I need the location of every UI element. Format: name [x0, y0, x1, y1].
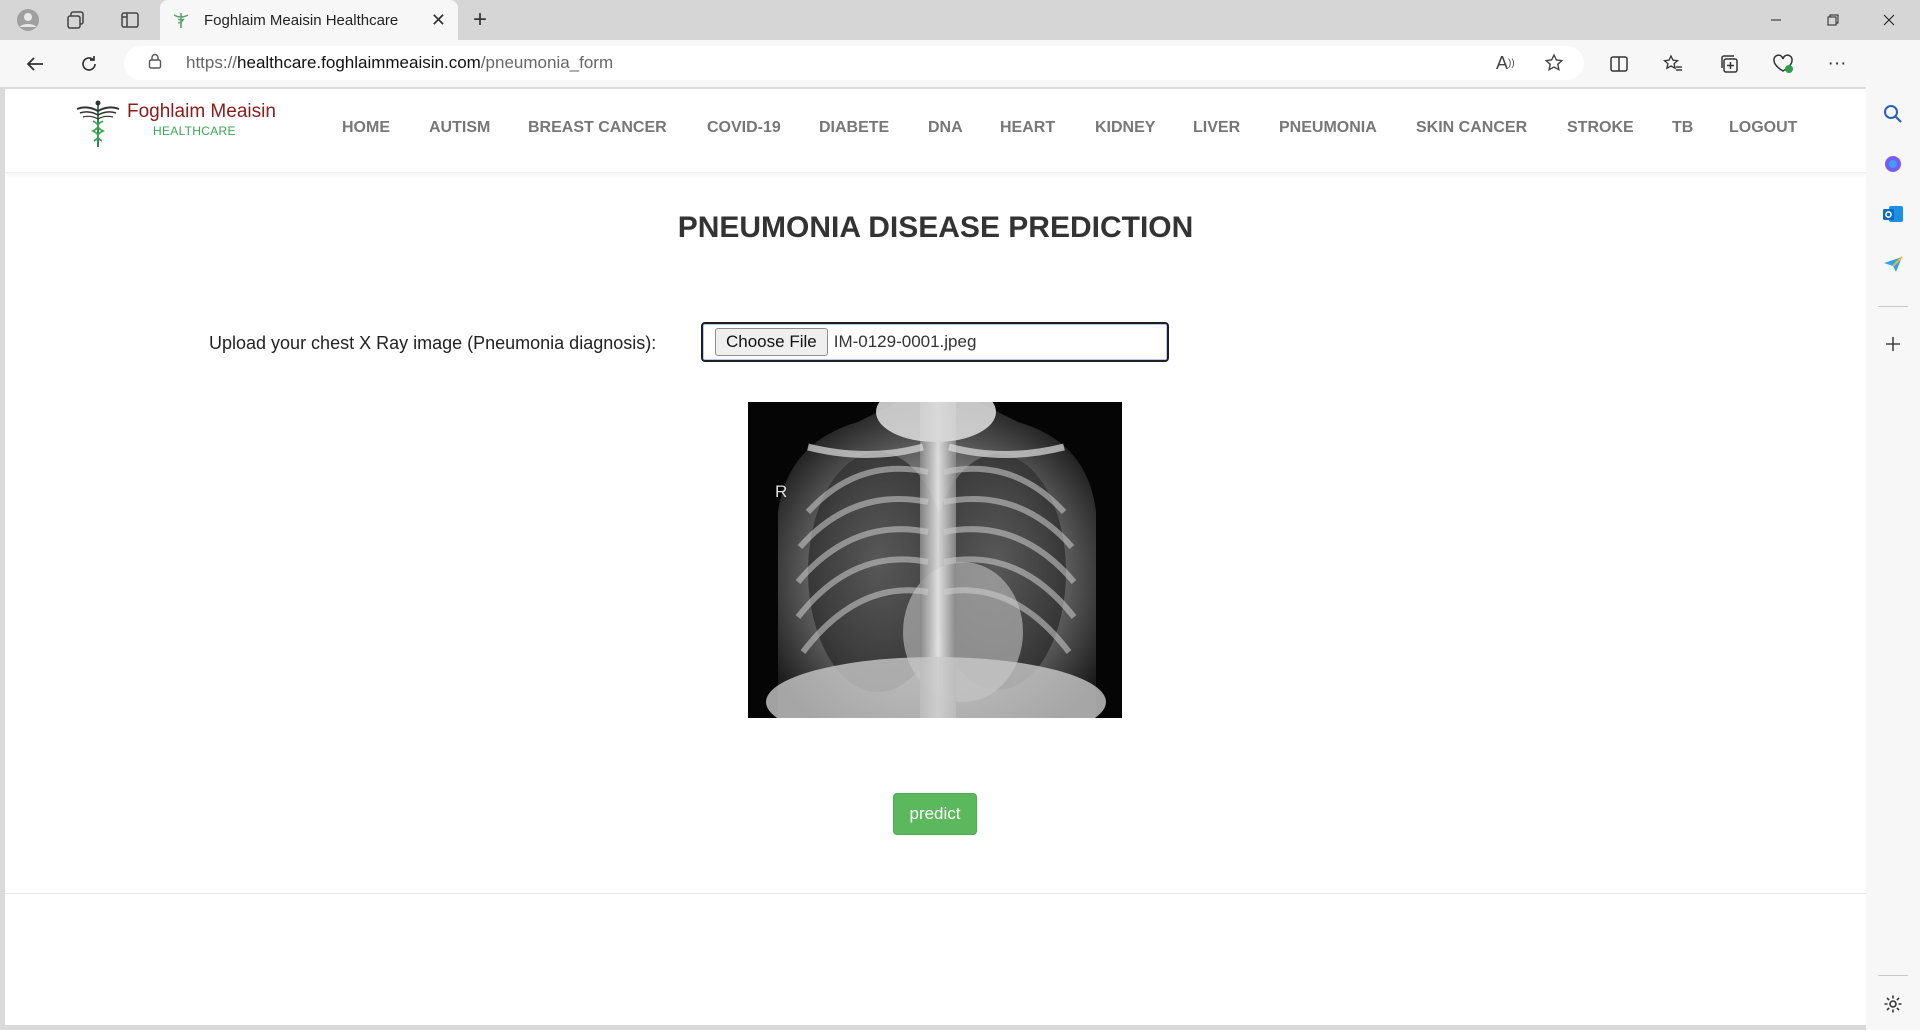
address-toolbar: https://healthcare.foghlaimmeaisin.com/p…	[0, 40, 1920, 87]
nav-liver[interactable]: LIVER	[1193, 119, 1240, 137]
upload-label: Upload your chest X Ray image (Pneumonia…	[209, 333, 657, 353]
nav-kidney[interactable]: KIDNEY	[1095, 119, 1155, 137]
xray-side-marker: R	[775, 482, 788, 501]
file-upload-input[interactable]: Choose File IM-0129-0001.jpeg	[701, 322, 1169, 362]
logo-name: Foghlaim Meaisin	[127, 101, 276, 122]
add-icon[interactable]	[1879, 330, 1907, 358]
site-logo[interactable]: Foghlaim Meaisin HEALTHCARE	[73, 99, 293, 149]
nav-skin-cancer[interactable]: SKIN CANCER	[1416, 119, 1527, 137]
workspaces-icon[interactable]	[62, 6, 90, 34]
tab-title: Foghlaim Meaisin Healthcare	[204, 11, 399, 29]
settings-gear-icon[interactable]	[1879, 990, 1907, 1018]
favorites-icon[interactable]	[1658, 50, 1688, 78]
nav-heart[interactable]: HEART	[1000, 119, 1055, 137]
predict-button[interactable]: predict	[893, 793, 977, 835]
sidebar-divider	[1878, 975, 1908, 976]
copilot-sidebar-icon[interactable]	[1879, 150, 1907, 178]
nav-logout[interactable]: LOGOUT	[1729, 119, 1797, 137]
tab-bar: Foghlaim Meaisin Healthcare ✕ +	[0, 0, 1920, 40]
active-tab[interactable]: Foghlaim Meaisin Healthcare ✕	[160, 0, 458, 40]
nav-autism[interactable]: AUTISM	[429, 119, 490, 137]
close-tab-icon[interactable]: ✕	[431, 10, 446, 31]
nav-tb[interactable]: TB	[1672, 119, 1693, 137]
logo-subtitle: HEALTHCARE	[153, 124, 236, 138]
nav-breast-cancer[interactable]: BREAST CANCER	[528, 119, 667, 137]
page-divider	[5, 893, 1866, 894]
choose-file-button[interactable]: Choose File	[715, 328, 828, 356]
nav-pneumonia[interactable]: PNEUMONIA	[1279, 119, 1377, 137]
nav-dna[interactable]: DNA	[928, 119, 963, 137]
chest-xray-icon	[748, 402, 1122, 718]
xray-preview-image: R	[748, 402, 1122, 718]
favorite-star-icon[interactable]	[1544, 46, 1564, 80]
nav-covid-19[interactable]: COVID-19	[707, 119, 781, 137]
close-window-icon[interactable]	[1862, 0, 1916, 40]
selected-file-name: IM-0129-0001.jpeg	[833, 332, 977, 351]
new-tab-icon[interactable]: +	[466, 6, 494, 34]
sidebar-divider	[1878, 306, 1908, 307]
collections-icon[interactable]	[1714, 50, 1744, 78]
nav-stroke[interactable]: STROKE	[1567, 119, 1634, 137]
vertical-tabs-icon[interactable]	[116, 6, 144, 34]
nav-diabete[interactable]: DIABETE	[819, 119, 889, 137]
lock-icon[interactable]	[148, 53, 168, 73]
caduceus-favicon-icon	[172, 11, 190, 29]
url-path: /pneumonia_form	[480, 53, 614, 72]
page-title: PNEUMONIA DISEASE PREDICTION	[677, 211, 1194, 244]
site-header: Foghlaim Meaisin HEALTHCARE HOME AUTISM …	[5, 89, 1866, 173]
url-domain: healthcare.foghlaimmeaisin.com	[237, 53, 481, 72]
search-icon[interactable]	[1879, 100, 1907, 128]
browser-essentials-icon[interactable]	[1768, 50, 1798, 78]
nav-home[interactable]: HOME	[342, 119, 390, 137]
refresh-icon[interactable]	[74, 49, 104, 79]
more-options-icon[interactable]: ···	[1822, 50, 1852, 78]
back-arrow-icon[interactable]	[20, 49, 50, 79]
caduceus-logo-icon	[76, 100, 120, 147]
minimize-icon[interactable]	[1749, 0, 1803, 40]
edge-sidebar	[1866, 40, 1920, 1030]
url-prefix: https://	[186, 53, 238, 72]
split-screen-icon[interactable]	[1604, 50, 1634, 78]
url-text[interactable]: https://healthcare.foghlaimmeaisin.com/p…	[186, 53, 613, 73]
page-viewport: Foghlaim Meaisin HEALTHCARE HOME AUTISM …	[5, 89, 1866, 1025]
read-aloud-icon[interactable]: A))	[1496, 46, 1515, 80]
profile-icon[interactable]	[14, 6, 42, 34]
send-icon[interactable]	[1879, 250, 1907, 278]
restore-icon[interactable]	[1806, 0, 1860, 40]
outlook-icon[interactable]	[1879, 200, 1907, 228]
url-bar[interactable]: https://healthcare.foghlaimmeaisin.com/p…	[124, 46, 1584, 80]
